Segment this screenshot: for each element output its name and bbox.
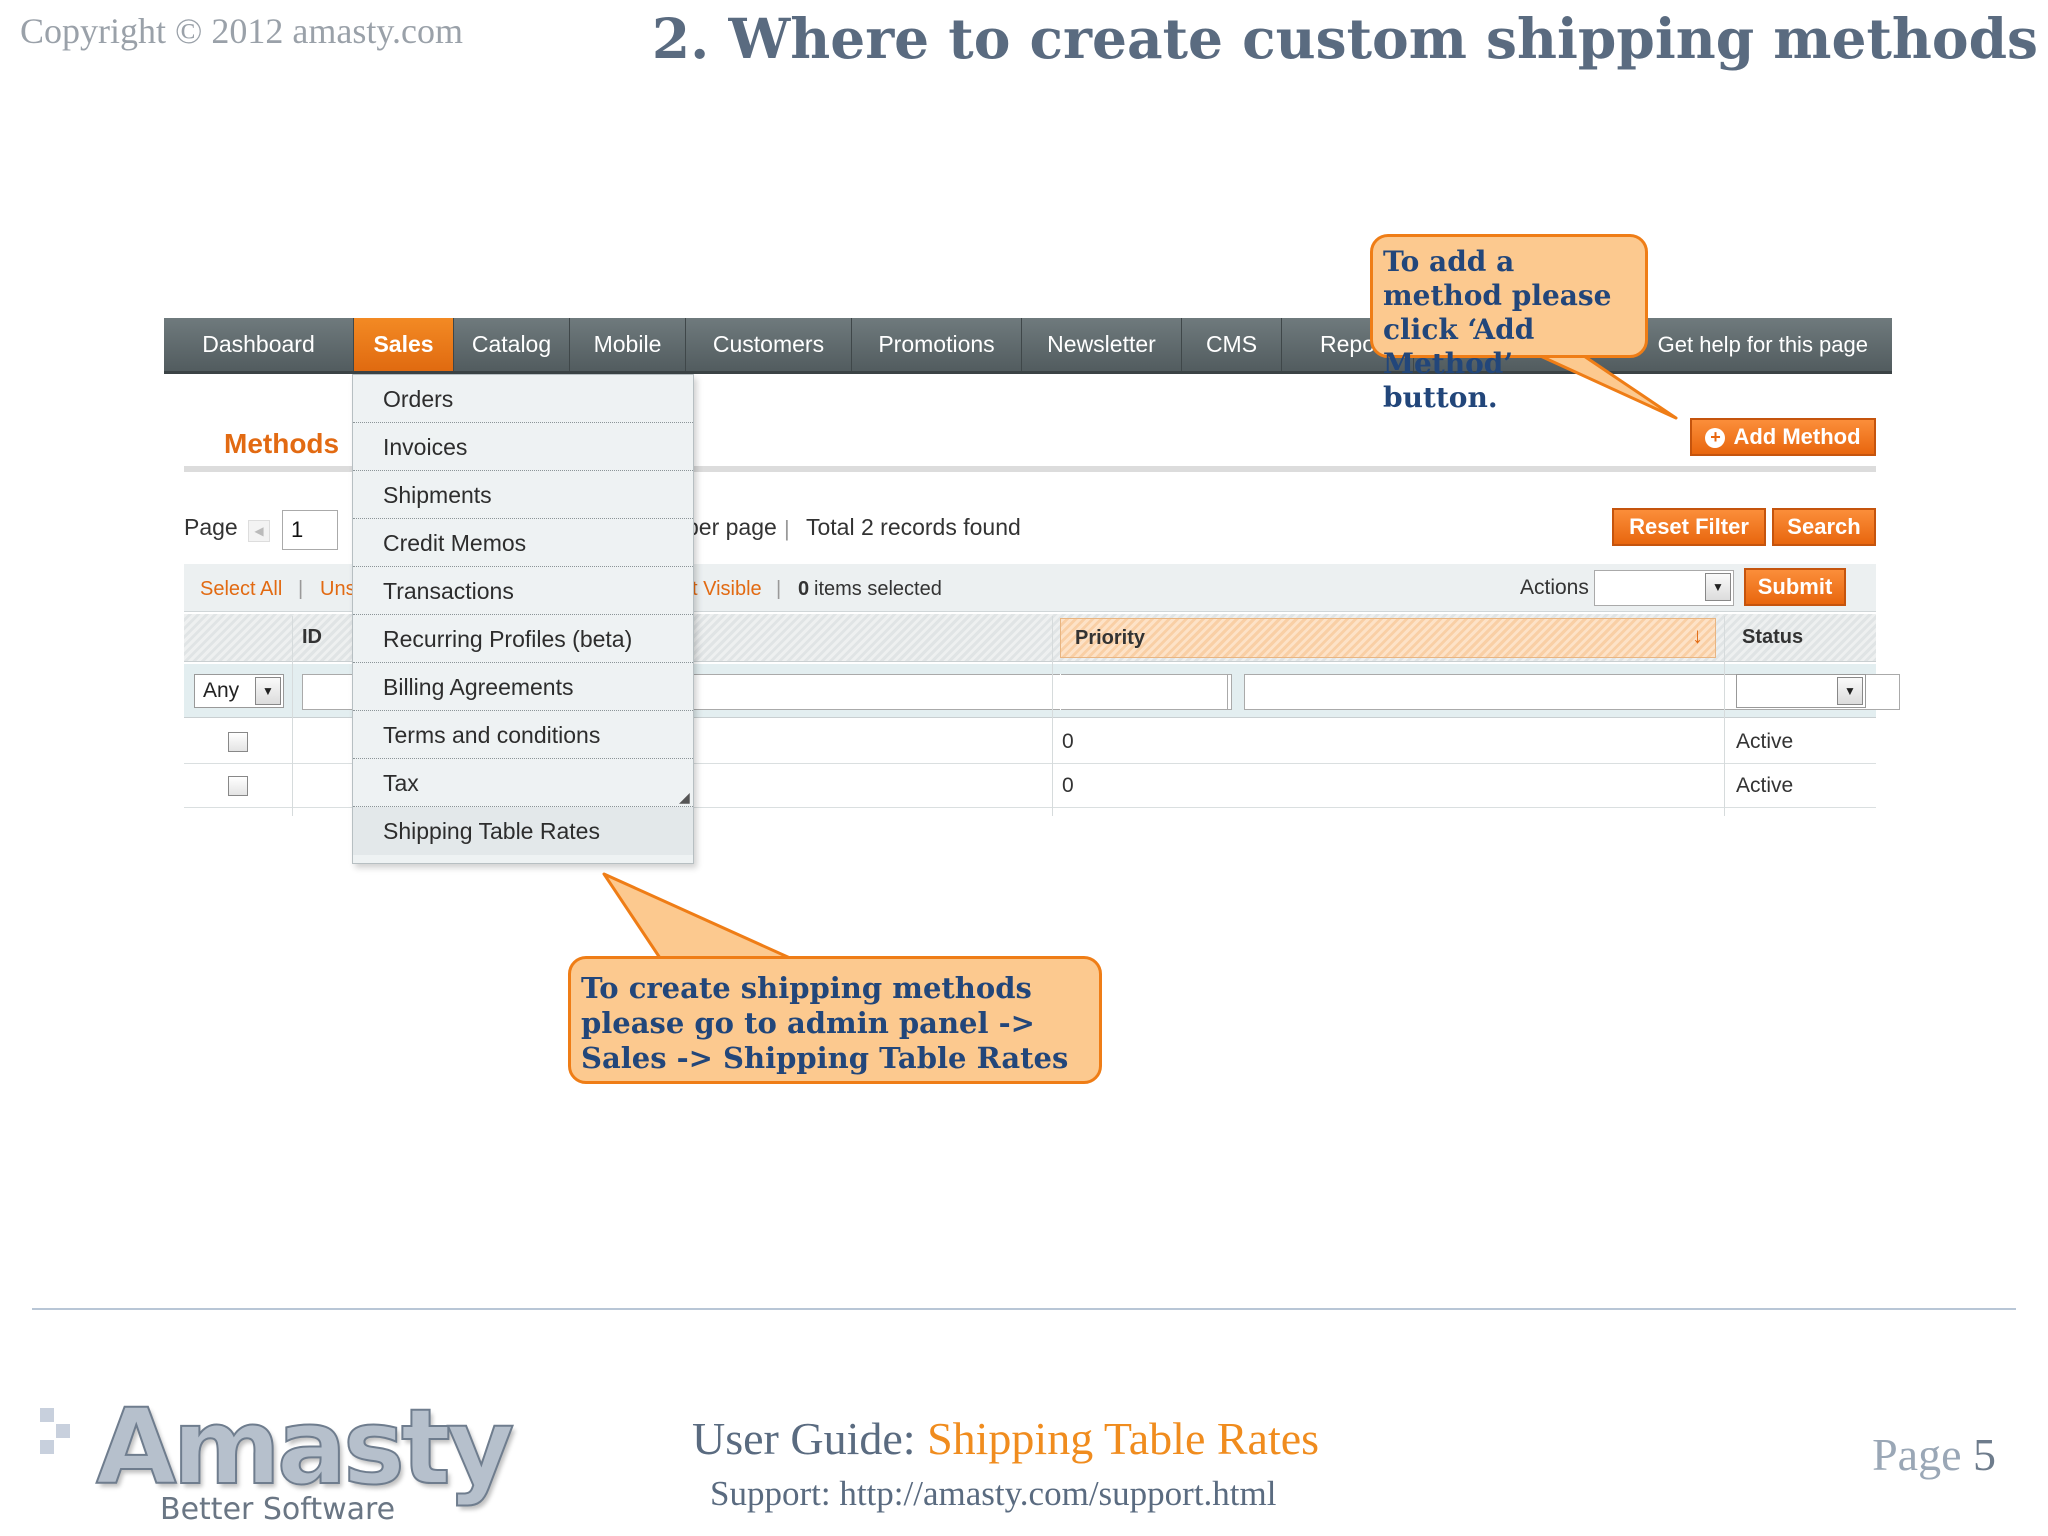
menu-item-orders[interactable]: Orders (353, 375, 693, 423)
nav-item-dashboard[interactable]: Dashboard (164, 318, 354, 371)
filter-spacer (1060, 674, 1061, 710)
page-number-label: Page (1872, 1429, 1973, 1480)
nav-item-cms[interactable]: CMS (1182, 318, 1282, 371)
selected-count-label: items selected (814, 578, 942, 600)
copyright-notice: Copyright © 2012 amasty.com (20, 11, 463, 51)
page-heading: 2. Where to create custom shipping metho… (651, 6, 2038, 71)
logo-mark (56, 1424, 70, 1438)
nav-item-mobile[interactable]: Mobile (570, 318, 686, 371)
nav-item-promotions[interactable]: Promotions (852, 318, 1022, 371)
column-divider (1724, 616, 1725, 816)
selected-count: 0 (798, 578, 810, 600)
unselect-all-link[interactable]: Uns (320, 578, 356, 601)
records-count: Total 2 records found (806, 514, 1021, 540)
per-page-label: per page (686, 514, 777, 540)
page-number-value: 5 (1973, 1429, 1996, 1480)
chevron-down-icon: ▼ (255, 677, 281, 705)
nav-item-customers[interactable]: Customers (686, 318, 852, 371)
massaction-filter-select[interactable]: Any ▼ (194, 674, 284, 708)
reset-filter-button[interactable]: Reset Filter (1612, 508, 1766, 546)
logo-tagline: Better Software (160, 1492, 396, 1527)
sales-dropdown-menu: Orders Invoices Shipments Credit Memos T… (352, 374, 694, 864)
page-number: Page 5 (1872, 1428, 1996, 1481)
chevron-down-icon: ▼ (1837, 677, 1863, 705)
filter-any-value: Any (203, 679, 240, 702)
massaction-separator: | (776, 578, 782, 600)
column-header-status[interactable]: Status (1742, 626, 1803, 649)
cell-priority: 0 (1062, 730, 1074, 753)
cell-status: Active (1736, 730, 1794, 753)
menu-item-credit-memos[interactable]: Credit Memos (353, 519, 693, 567)
pager-label: Page (184, 514, 238, 540)
footer-divider (32, 1308, 2016, 1310)
search-button[interactable]: Search (1772, 508, 1876, 546)
column-divider (1052, 616, 1053, 816)
submit-button[interactable]: Submit (1744, 568, 1846, 606)
massaction-separator: | (298, 578, 304, 600)
get-help-link[interactable]: Get help for this page (1658, 318, 1868, 371)
page-number-input[interactable]: 1 (282, 510, 338, 550)
add-method-label: Add Method (1733, 424, 1861, 449)
column-divider (292, 616, 293, 816)
select-visible-link[interactable]: t Visible (692, 578, 762, 601)
nav-item-catalog[interactable]: Catalog (454, 318, 570, 371)
menu-item-terms-conditions[interactable]: Terms and conditions (353, 711, 693, 759)
menu-item-tax[interactable]: Tax (353, 759, 693, 807)
menu-item-shipments[interactable]: Shipments (353, 471, 693, 519)
arrow-left-icon[interactable]: ◀ (248, 520, 270, 542)
menu-item-transactions[interactable]: Transactions (353, 567, 693, 615)
amasty-logo: Amasty Better Software (40, 1385, 515, 1536)
pager-separator: | (784, 516, 790, 541)
plus-circle-icon: + (1705, 428, 1726, 448)
sort-arrow-icon: ↓ (1692, 623, 1703, 648)
column-header-priority[interactable]: Priority ↓ (1060, 618, 1716, 658)
chevron-down-icon: ▼ (1705, 573, 1731, 601)
status-filter-select[interactable]: ▼ (1736, 674, 1866, 708)
actions-label: Actions (1520, 576, 1589, 599)
user-guide-prefix: User Guide: (692, 1413, 928, 1464)
user-guide-title: User Guide: Shipping Table Rates (692, 1412, 1319, 1465)
menu-item-billing-agreements[interactable]: Billing Agreements (353, 663, 693, 711)
callout-create-methods: To create shipping methods please go to … (568, 956, 1102, 1084)
menu-item-shipping-table-rates[interactable]: Shipping Table Rates (353, 807, 693, 855)
logo-mark (40, 1440, 54, 1454)
nav-item-sales[interactable]: Sales (354, 318, 454, 371)
methods-title: Methods (224, 428, 340, 459)
callout-add-method: To add a method please click ‘Add Method… (1370, 234, 1648, 414)
priority-header-label: Priority (1075, 627, 1146, 649)
row-checkbox[interactable] (228, 776, 248, 796)
nav-item-newsletter[interactable]: Newsletter (1022, 318, 1182, 371)
user-guide-product: Shipping Table Rates (927, 1413, 1320, 1464)
support-link[interactable]: Support: http://amasty.com/support.html (710, 1474, 1276, 1514)
logo-mark (40, 1408, 54, 1422)
cell-status: Active (1736, 774, 1794, 797)
column-header-id[interactable]: ID (302, 626, 322, 649)
resize-grip-icon: ◢ (679, 789, 690, 805)
name-filter-input-end (1060, 674, 1228, 710)
cell-priority: 0 (1062, 774, 1074, 797)
menu-item-invoices[interactable]: Invoices (353, 423, 693, 471)
actions-select[interactable]: ▼ (1594, 570, 1734, 606)
logo-wordmark: Amasty (95, 1385, 515, 1509)
menu-item-recurring-profiles[interactable]: Recurring Profiles (beta) (353, 615, 693, 663)
add-method-button[interactable]: + Add Method (1690, 418, 1876, 456)
row-checkbox[interactable] (228, 732, 248, 752)
select-all-link[interactable]: Select All (200, 578, 282, 601)
